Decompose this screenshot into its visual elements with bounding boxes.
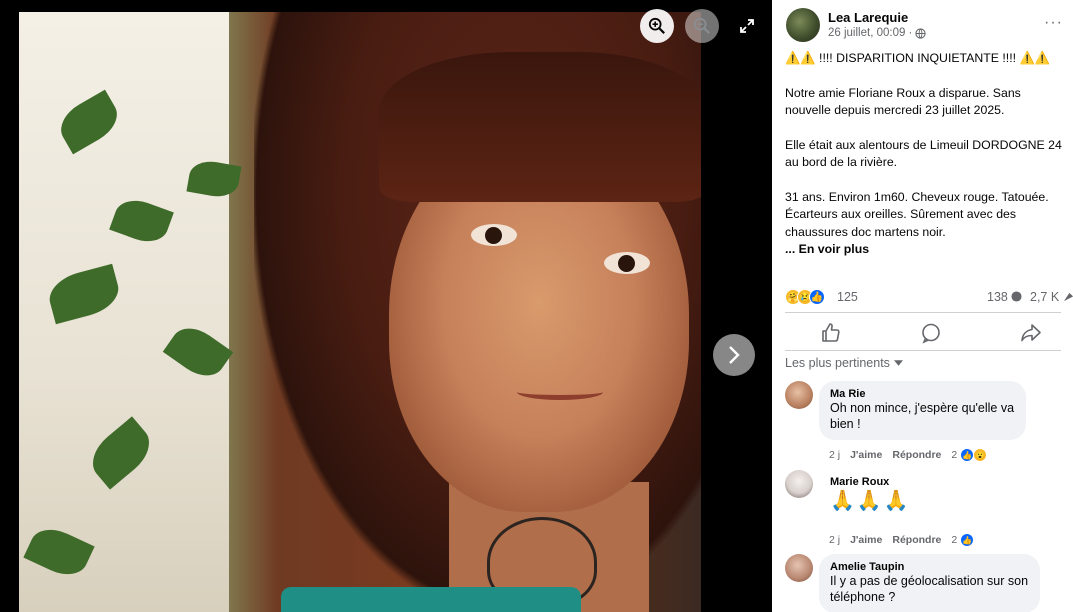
post-line: ⚠️⚠️ !!!! DISPARITION INQUIETANTE !!!! ⚠… [785,51,1051,65]
divider [785,312,1061,313]
zoom-out-button[interactable] [685,9,719,43]
comment-text: Il y a pas de géolocalisation sur son [830,574,1029,588]
photo-mouth [517,384,603,400]
post-line: 31 ans. Environ 1m60. Cheveux rouge. Tat… [785,189,1049,204]
share-count-icon [1063,292,1073,302]
caret-down-icon [893,360,903,366]
share-count-value: 2,7 K [1030,290,1060,304]
author-avatar[interactable] [786,8,820,42]
comment-bubble: Amelie Taupin Il y a pas de géolocalisat… [819,554,1041,612]
comment-text: téléphone ? [830,590,896,604]
comment-sort-dropdown[interactable]: Les plus pertinents [785,356,903,370]
comment-age[interactable]: 2 j [829,449,840,461]
next-photo-button[interactable] [713,334,755,376]
zoom-in-button[interactable] [640,9,674,43]
post-line: au bord de la rivière. [785,155,898,169]
commenter-name[interactable]: Ma Rie [830,388,1014,400]
photo-eye [471,224,517,246]
like-reaction-icon: 👍 [960,533,975,547]
zoom-out-icon [693,17,710,34]
comment-text: Oh non mince, j'espère qu'elle va [830,401,1015,415]
comment-reaction-count: 2 [951,449,958,461]
photo-eye [604,252,650,274]
comment-reactions[interactable]: 2 👍 😮 [951,448,988,462]
comment-actions: 2 j J'aime Répondre 2 👍 😮 [829,448,988,462]
like-reaction-icon: 👍 [809,289,825,305]
comment-actions: 2 j J'aime Répondre 2 👍 [829,533,975,547]
comment-text: bien ! [830,417,861,431]
more-options-button[interactable]: ··· [1044,14,1063,32]
author-name[interactable]: Lea Larequie [828,10,908,25]
post-photo[interactable] [19,12,701,612]
divider [785,350,1061,351]
post-actions [785,318,1061,348]
post-line: nouvelle depuis mercredi 23 juillet 2025… [785,103,1005,117]
commenter-name[interactable]: Marie Roux [830,476,911,488]
comment-reply-button[interactable]: Répondre [892,534,941,546]
reactions-summary: 🤗 😢 👍 125 138 2,7 K [785,288,1073,308]
comment-reply-button[interactable]: Répondre [892,449,941,461]
photo-background [19,12,229,612]
chevron-right-icon [729,346,740,364]
photo-phone [281,587,581,612]
post-meta: 26 juillet, 00:09 · [828,27,927,39]
post-line: chaussures doc martens noir. [785,224,946,239]
globe-icon [915,27,927,39]
post-header: Lea Larequie 26 juillet, 00:09 · ··· [786,8,1071,44]
comment-button[interactable] [919,321,943,345]
commenter-avatar[interactable] [785,470,813,498]
zoom-in-icon [648,17,665,34]
comment-content: Marie Roux 🙏🙏🙏 [830,476,911,513]
wow-reaction-icon: 😮 [973,448,988,462]
comment-text: 🙏🙏🙏 [830,490,911,512]
post-panel: Lea Larequie 26 juillet, 00:09 · ··· ⚠️⚠… [772,0,1073,612]
comment-count[interactable]: 138 [987,290,1022,304]
comment-count-value: 138 [987,290,1008,304]
photo-bangs [379,52,701,202]
commenter-name[interactable]: Amelie Taupin [830,561,1028,573]
post-line: Elle était aux alentours de Limeuil DORD… [785,137,1062,152]
see-more-link[interactable]: ... En voir plus [785,241,1073,259]
comment-count-icon [1011,291,1022,302]
post-line: Écarteurs aux oreilles. Sûrement avec de… [785,207,1017,221]
share-button[interactable] [1019,321,1043,345]
like-button[interactable] [819,321,843,345]
photo-viewer [0,0,772,612]
share-count[interactable]: 2,7 K [1030,290,1073,304]
comment-bubble: Ma Rie Oh non mince, j'espère qu'elle va… [819,381,1027,440]
comment-like-button[interactable]: J'aime [850,534,882,546]
reaction-icons[interactable]: 🤗 😢 👍 [785,289,825,305]
post-line: Notre amie Floriane Roux a disparue. San… [785,85,1021,100]
sort-label-text: Les plus pertinents [785,356,890,370]
comment-reactions[interactable]: 2 👍 [951,533,975,547]
like-reaction-icon: 👍 [960,448,975,462]
commenter-avatar[interactable] [785,554,813,582]
comment-reaction-count: 2 [951,534,958,546]
comment-like-button[interactable]: J'aime [850,449,882,461]
post-date[interactable]: 26 juillet, 00:09 · [828,27,912,39]
fullscreen-button[interactable] [730,9,764,43]
expand-icon [740,19,754,33]
reaction-count[interactable]: 125 [837,290,858,304]
commenter-avatar[interactable] [785,381,813,409]
post-body: ⚠️⚠️ !!!! DISPARITION INQUIETANTE !!!! ⚠… [785,50,1073,259]
comment-age[interactable]: 2 j [829,534,840,546]
